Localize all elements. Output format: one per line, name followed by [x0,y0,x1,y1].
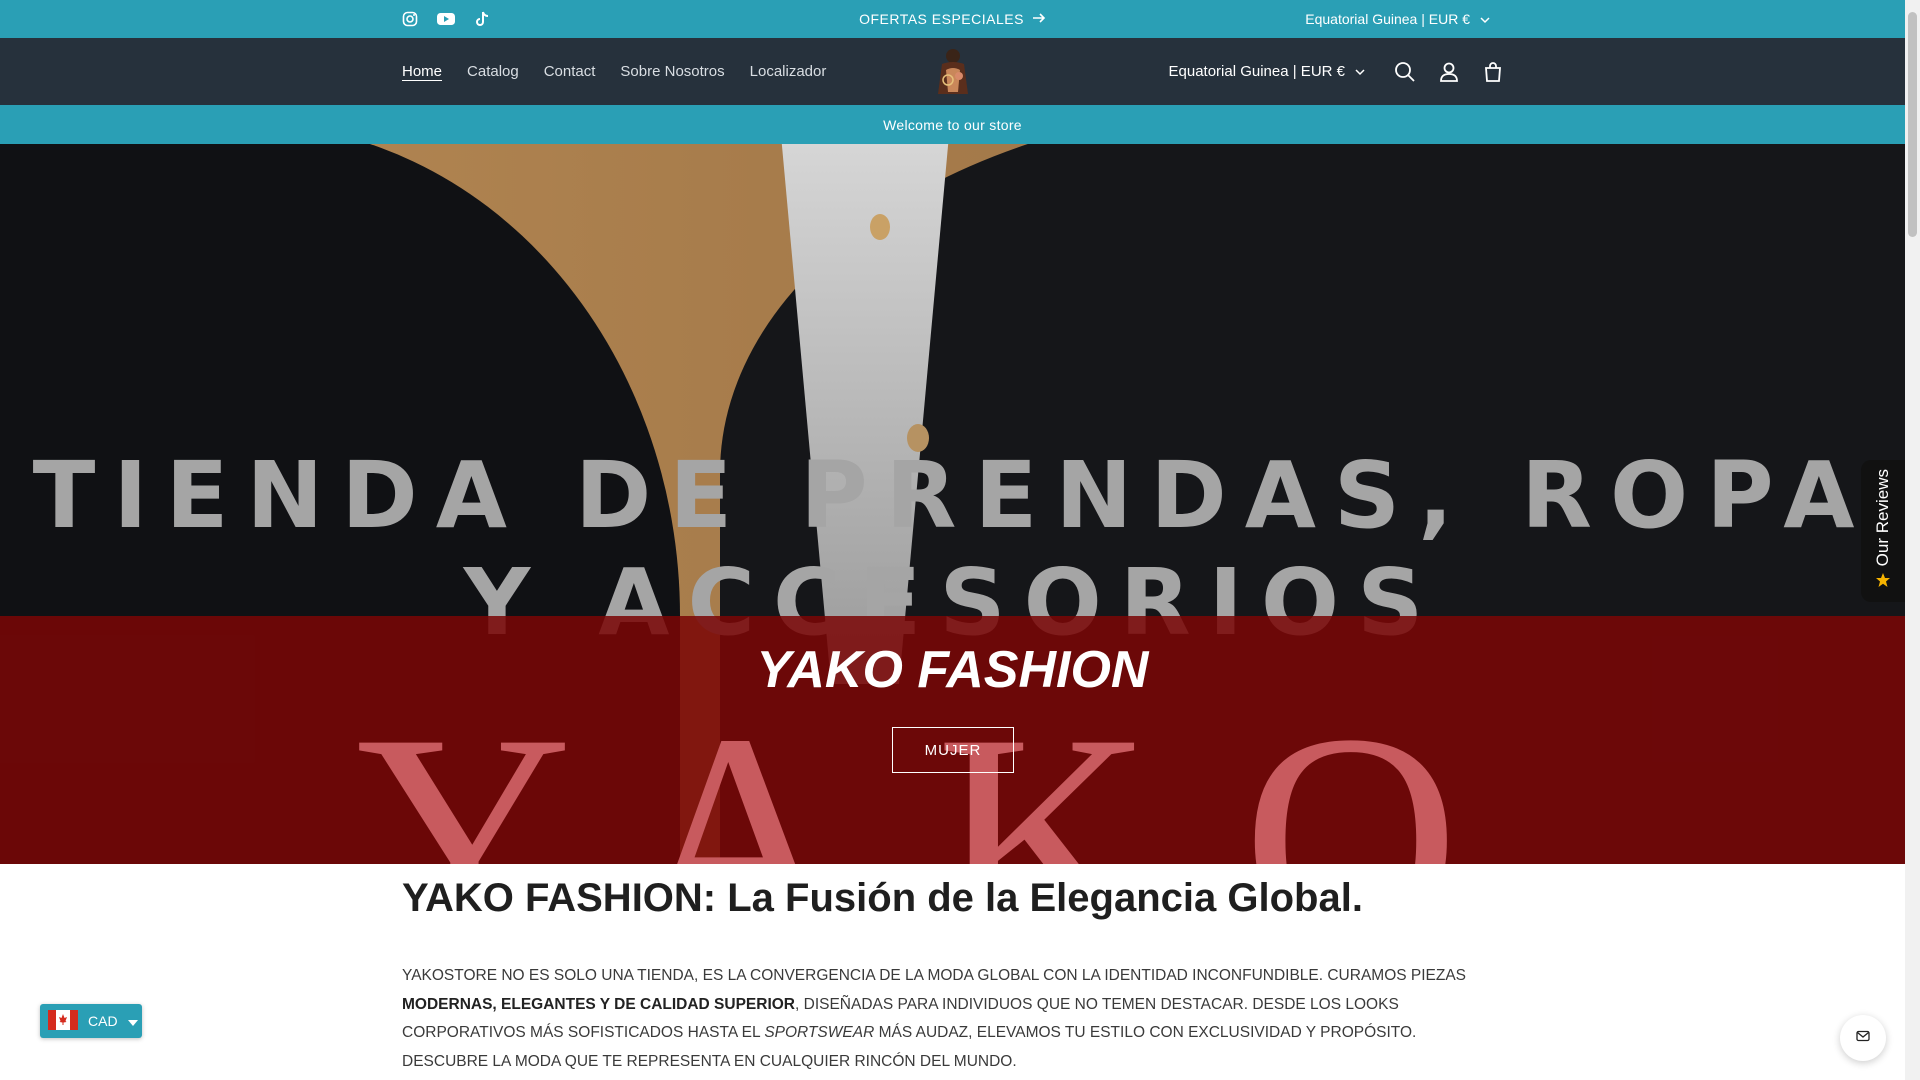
intro-text-1: YAKOSTORE NO ES SOLO UNA TIENDA, ES LA C… [402,967,1467,984]
caret-down-icon [127,1013,138,1029]
promo-link[interactable]: OFERTAS ESPECIALES [0,0,1905,38]
site-header: Home Catalog Contact Sobre Nosotros Loca… [0,38,1905,105]
chevron-down-icon [1480,11,1490,27]
country-selector-top[interactable]: Equatorial Guinea | EUR € [1305,0,1490,38]
arrow-right-icon [1032,11,1046,27]
intro-paragraph: YAKOSTORE NO ES SOLO UNA TIENDA, ES LA C… [402,962,1502,1076]
country-selector[interactable]: Equatorial Guinea | EUR € [1169,38,1366,105]
nav-item-catalog[interactable]: Catalog [467,63,519,80]
main-nav: Home Catalog Contact Sobre Nosotros Loca… [402,38,826,105]
star-icon [1875,572,1891,593]
nav-item-sobre-nosotros[interactable]: Sobre Nosotros [620,63,724,80]
hero-background-word: YAKO [355,672,1550,864]
nav-item-localizador[interactable]: Localizador [750,63,827,80]
country-selector-label: Equatorial Guinea | EUR € [1168,63,1346,80]
hero-banner: TIENDA DE PRENDAS, ROPA Y ACCESORIOS YAK… [0,144,1905,864]
chevron-down-icon [1355,63,1365,80]
promo-label: OFERTAS ESPECIALES [859,11,1024,27]
hero-image-button [870,214,890,240]
header-icons [1393,38,1505,105]
nav-item-contact[interactable]: Contact [544,63,596,80]
page-scrollbar[interactable] [1905,0,1920,1080]
account-icon[interactable] [1437,60,1461,84]
currency-switcher[interactable]: CAD [40,1004,142,1038]
intro-text-bold: MODERNAS, ELEGANTES Y DE CALIDAD SUPERIO… [402,995,796,1013]
country-selector-label: Equatorial Guinea | EUR € [1305,11,1470,27]
canada-flag-icon [48,1009,78,1033]
mail-icon [1856,1029,1870,1047]
reviews-label: Our Reviews [1873,468,1892,567]
announcement-bar: OFERTAS ESPECIALES Equatorial Guinea | E… [0,0,1905,38]
nav-item-home[interactable]: Home [402,63,442,80]
scrollbar-thumb[interactable] [1908,12,1917,237]
cart-icon[interactable] [1481,60,1505,84]
reviews-tab[interactable]: Our Reviews [1861,460,1905,602]
intro-text-italic: SPORTSWEAR [764,1024,875,1041]
shop-women-button[interactable]: MUJER [892,727,1014,773]
search-icon[interactable] [1393,60,1417,84]
hero-brand-title: YAKO FASHION [756,641,1149,699]
store-logo[interactable] [928,46,978,98]
currency-code: CAD [88,1013,118,1029]
welcome-bar: Welcome to our store [0,105,1905,144]
section-title: YAKO FASHION: La Fusión de la Elegancia … [402,876,1363,920]
chat-button[interactable] [1840,1015,1886,1061]
